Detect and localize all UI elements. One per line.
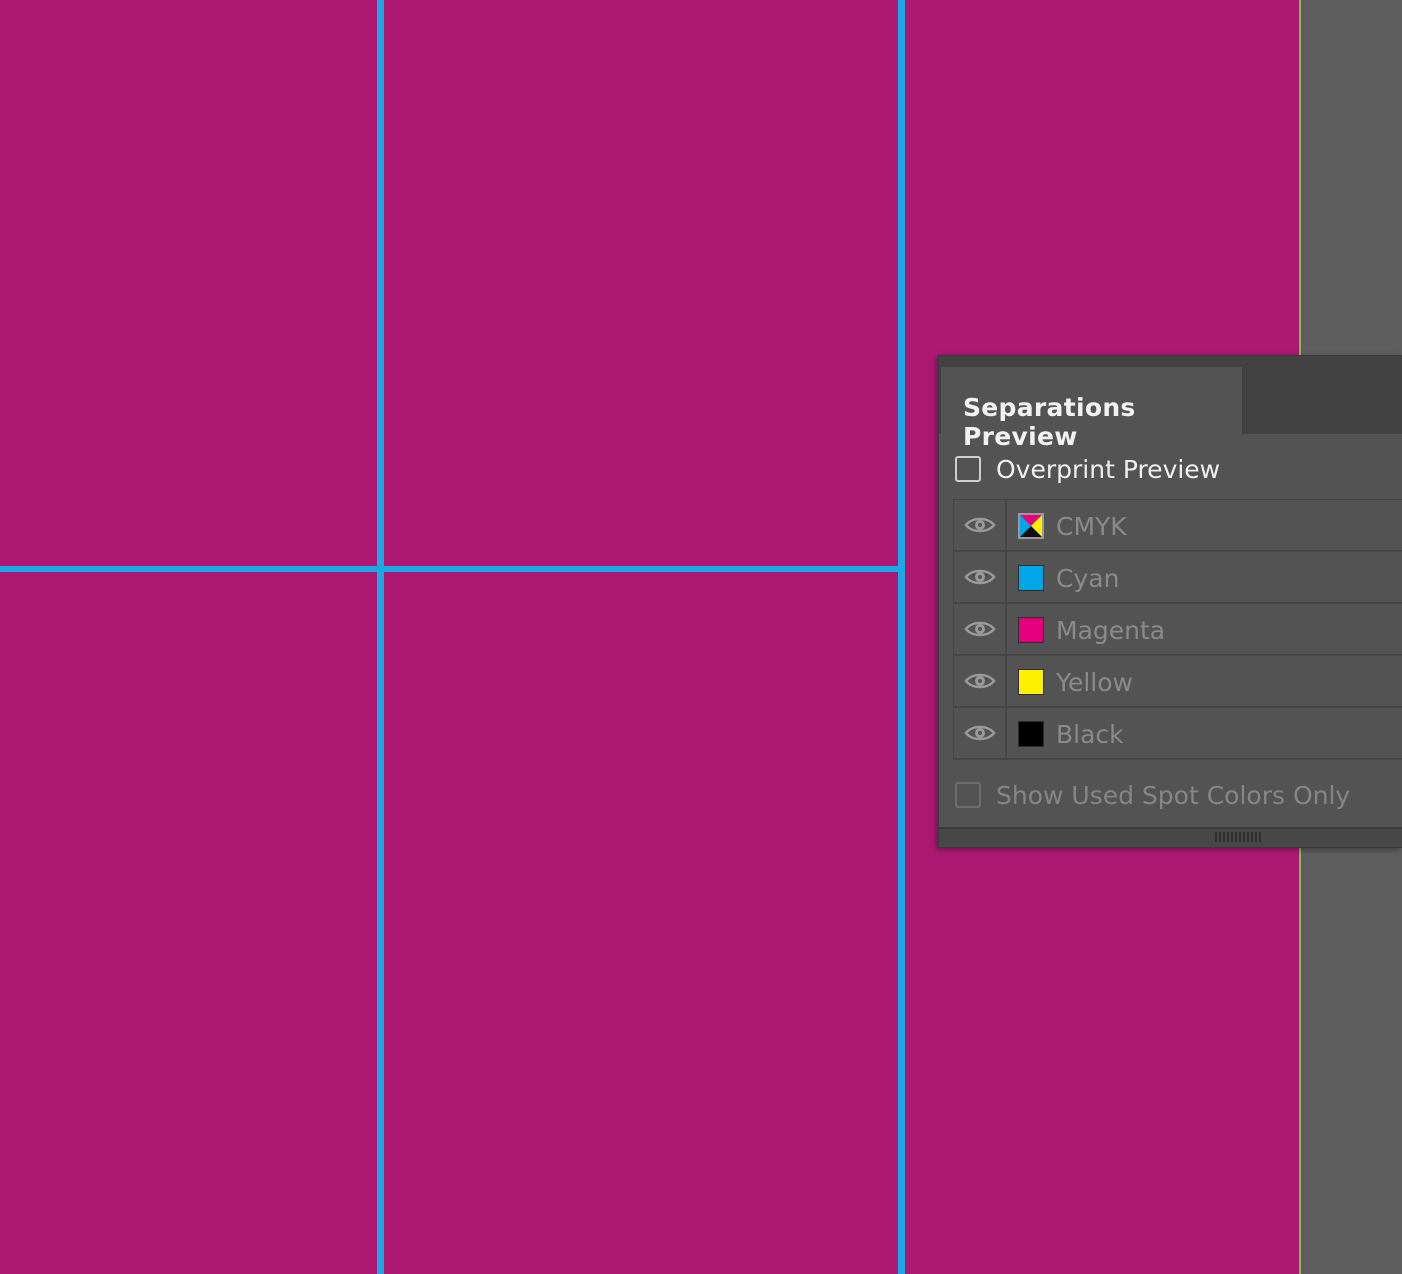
overprint-preview-checkbox[interactable] bbox=[955, 456, 981, 482]
cmyk-composite-icon bbox=[1018, 513, 1044, 539]
eye-icon[interactable] bbox=[954, 708, 1007, 758]
panel-title: Separations Preview bbox=[963, 393, 1136, 451]
overprint-preview-label: Overprint Preview bbox=[996, 454, 1221, 484]
show-used-spot-colors-checkbox[interactable] bbox=[955, 782, 981, 808]
separation-name: CMYK bbox=[1056, 512, 1127, 541]
magenta-swatch bbox=[1018, 617, 1044, 643]
separation-row-cmyk[interactable]: CMYK bbox=[954, 500, 1402, 552]
show-used-spot-colors-option[interactable]: Show Used Spot Colors Only bbox=[955, 778, 1350, 812]
eye-icon[interactable] bbox=[954, 552, 1007, 602]
eye-icon[interactable] bbox=[954, 604, 1007, 654]
panel-tab-bar[interactable]: Separations Preview bbox=[939, 356, 1402, 451]
guide-horizontal-1[interactable] bbox=[0, 566, 904, 572]
separation-name: Cyan bbox=[1056, 564, 1120, 593]
separation-name: Black bbox=[1056, 720, 1124, 749]
separation-row-yellow[interactable]: Yellow bbox=[954, 656, 1402, 708]
cyan-swatch bbox=[1018, 565, 1044, 591]
tab-separations-preview[interactable]: Separations Preview bbox=[941, 367, 1243, 451]
separations-preview-panel: Separations Preview Overprint Preview CM… bbox=[938, 355, 1402, 848]
separations-list: CMYK Cyan Magenta Yellow Black bbox=[953, 499, 1402, 760]
resize-grip-icon[interactable] bbox=[1215, 832, 1263, 842]
show-used-spot-colors-label: Show Used Spot Colors Only bbox=[996, 780, 1351, 810]
separation-name: Yellow bbox=[1056, 668, 1133, 697]
overprint-preview-option[interactable]: Overprint Preview bbox=[955, 452, 1220, 486]
eye-icon[interactable] bbox=[954, 656, 1007, 706]
eye-icon[interactable] bbox=[954, 500, 1007, 550]
separation-row-magenta[interactable]: Magenta bbox=[954, 604, 1402, 656]
separation-name: Magenta bbox=[1056, 616, 1166, 645]
guide-vertical-1[interactable] bbox=[377, 0, 384, 1274]
yellow-swatch bbox=[1018, 669, 1044, 695]
panel-footer bbox=[939, 827, 1402, 847]
separation-row-black[interactable]: Black bbox=[954, 708, 1402, 760]
black-swatch bbox=[1018, 721, 1044, 747]
separation-row-cyan[interactable]: Cyan bbox=[954, 552, 1402, 604]
guide-vertical-2[interactable] bbox=[898, 0, 905, 1274]
